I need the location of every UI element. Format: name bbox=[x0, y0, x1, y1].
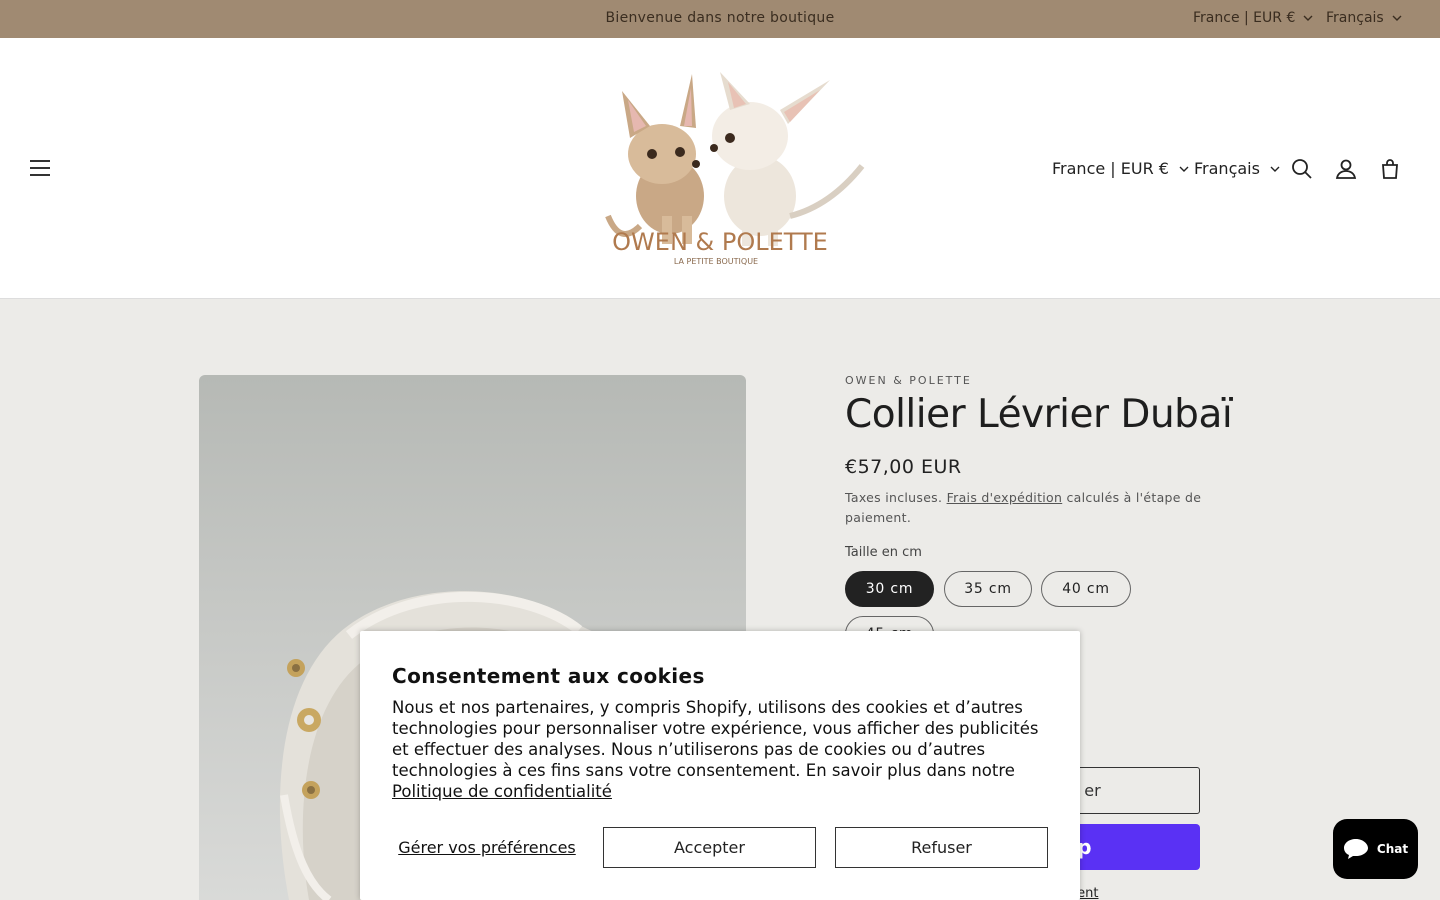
size-label: Taille en cm bbox=[845, 545, 922, 560]
menu-icon[interactable] bbox=[28, 155, 56, 183]
product-price: €57,00 EUR bbox=[845, 456, 962, 478]
cookie-consent-dialog: Consentement aux cookies Nous et nos par… bbox=[360, 631, 1080, 900]
manage-preferences-button[interactable]: Gérer vos préférences bbox=[392, 827, 582, 868]
chevron-down-icon bbox=[1270, 166, 1280, 172]
cookie-body-text: Nous et nos partenaires, y compris Shopi… bbox=[392, 698, 1039, 780]
product-vendor: OWEN & POLETTE bbox=[845, 374, 972, 387]
chihuahua-logo-image: OWEN & POLETTE LA PETITE BOUTIQUE bbox=[605, 72, 865, 266]
chevron-down-icon bbox=[1303, 15, 1313, 21]
announcement-language-selector[interactable]: Français bbox=[1326, 10, 1402, 26]
header-language-selector[interactable]: Français bbox=[1194, 159, 1280, 178]
account-icon[interactable] bbox=[1331, 154, 1361, 184]
store-logo[interactable]: OWEN & POLETTE LA PETITE BOUTIQUE bbox=[600, 66, 870, 271]
tax-note: Taxes incluses. Frais d'expédition calcu… bbox=[845, 488, 1205, 528]
site-header: OWEN & POLETTE LA PETITE BOUTIQUE France… bbox=[0, 38, 1440, 299]
header-language-label: Français bbox=[1194, 159, 1260, 178]
announcement-language-label: Français bbox=[1326, 10, 1384, 26]
product-title: Collier Lévrier Dubaï bbox=[845, 392, 1233, 437]
size-option-35[interactable]: 35 cm bbox=[944, 571, 1032, 607]
cookie-body: Nous et nos partenaires, y compris Shopi… bbox=[392, 697, 1048, 802]
decline-cookies-button[interactable]: Refuser bbox=[835, 827, 1048, 868]
chat-label: Chat bbox=[1376, 842, 1409, 856]
search-icon[interactable] bbox=[1287, 154, 1317, 184]
announcement-country-selector[interactable]: France | EUR € bbox=[1193, 10, 1313, 26]
tax-prefix: Taxes incluses. bbox=[845, 490, 943, 505]
header-country-label: France | EUR € bbox=[1052, 159, 1169, 178]
add-to-cart-label: er bbox=[1084, 781, 1101, 800]
size-option-30[interactable]: 30 cm bbox=[845, 571, 934, 607]
announcement-bar: Bienvenue dans notre boutique France | E… bbox=[0, 0, 1440, 38]
shipping-policy-link[interactable]: Frais d'expédition bbox=[947, 490, 1063, 505]
size-option-40[interactable]: 40 cm bbox=[1041, 571, 1131, 607]
privacy-policy-link[interactable]: Politique de confidentialité bbox=[392, 782, 612, 801]
logo-name-text: OWEN & POLETTE bbox=[612, 228, 828, 256]
chat-bubble-icon bbox=[1343, 839, 1368, 859]
cookie-title: Consentement aux cookies bbox=[392, 664, 705, 688]
accept-cookies-button[interactable]: Accepter bbox=[603, 827, 816, 868]
cart-icon[interactable] bbox=[1375, 154, 1405, 184]
chevron-down-icon bbox=[1179, 166, 1189, 172]
logo-tagline-text: LA PETITE BOUTIQUE bbox=[674, 257, 758, 266]
header-country-selector[interactable]: France | EUR € bbox=[1052, 159, 1189, 178]
chat-button[interactable]: Chat bbox=[1333, 819, 1418, 879]
chevron-down-icon bbox=[1392, 15, 1402, 21]
announcement-country-label: France | EUR € bbox=[1193, 10, 1296, 26]
